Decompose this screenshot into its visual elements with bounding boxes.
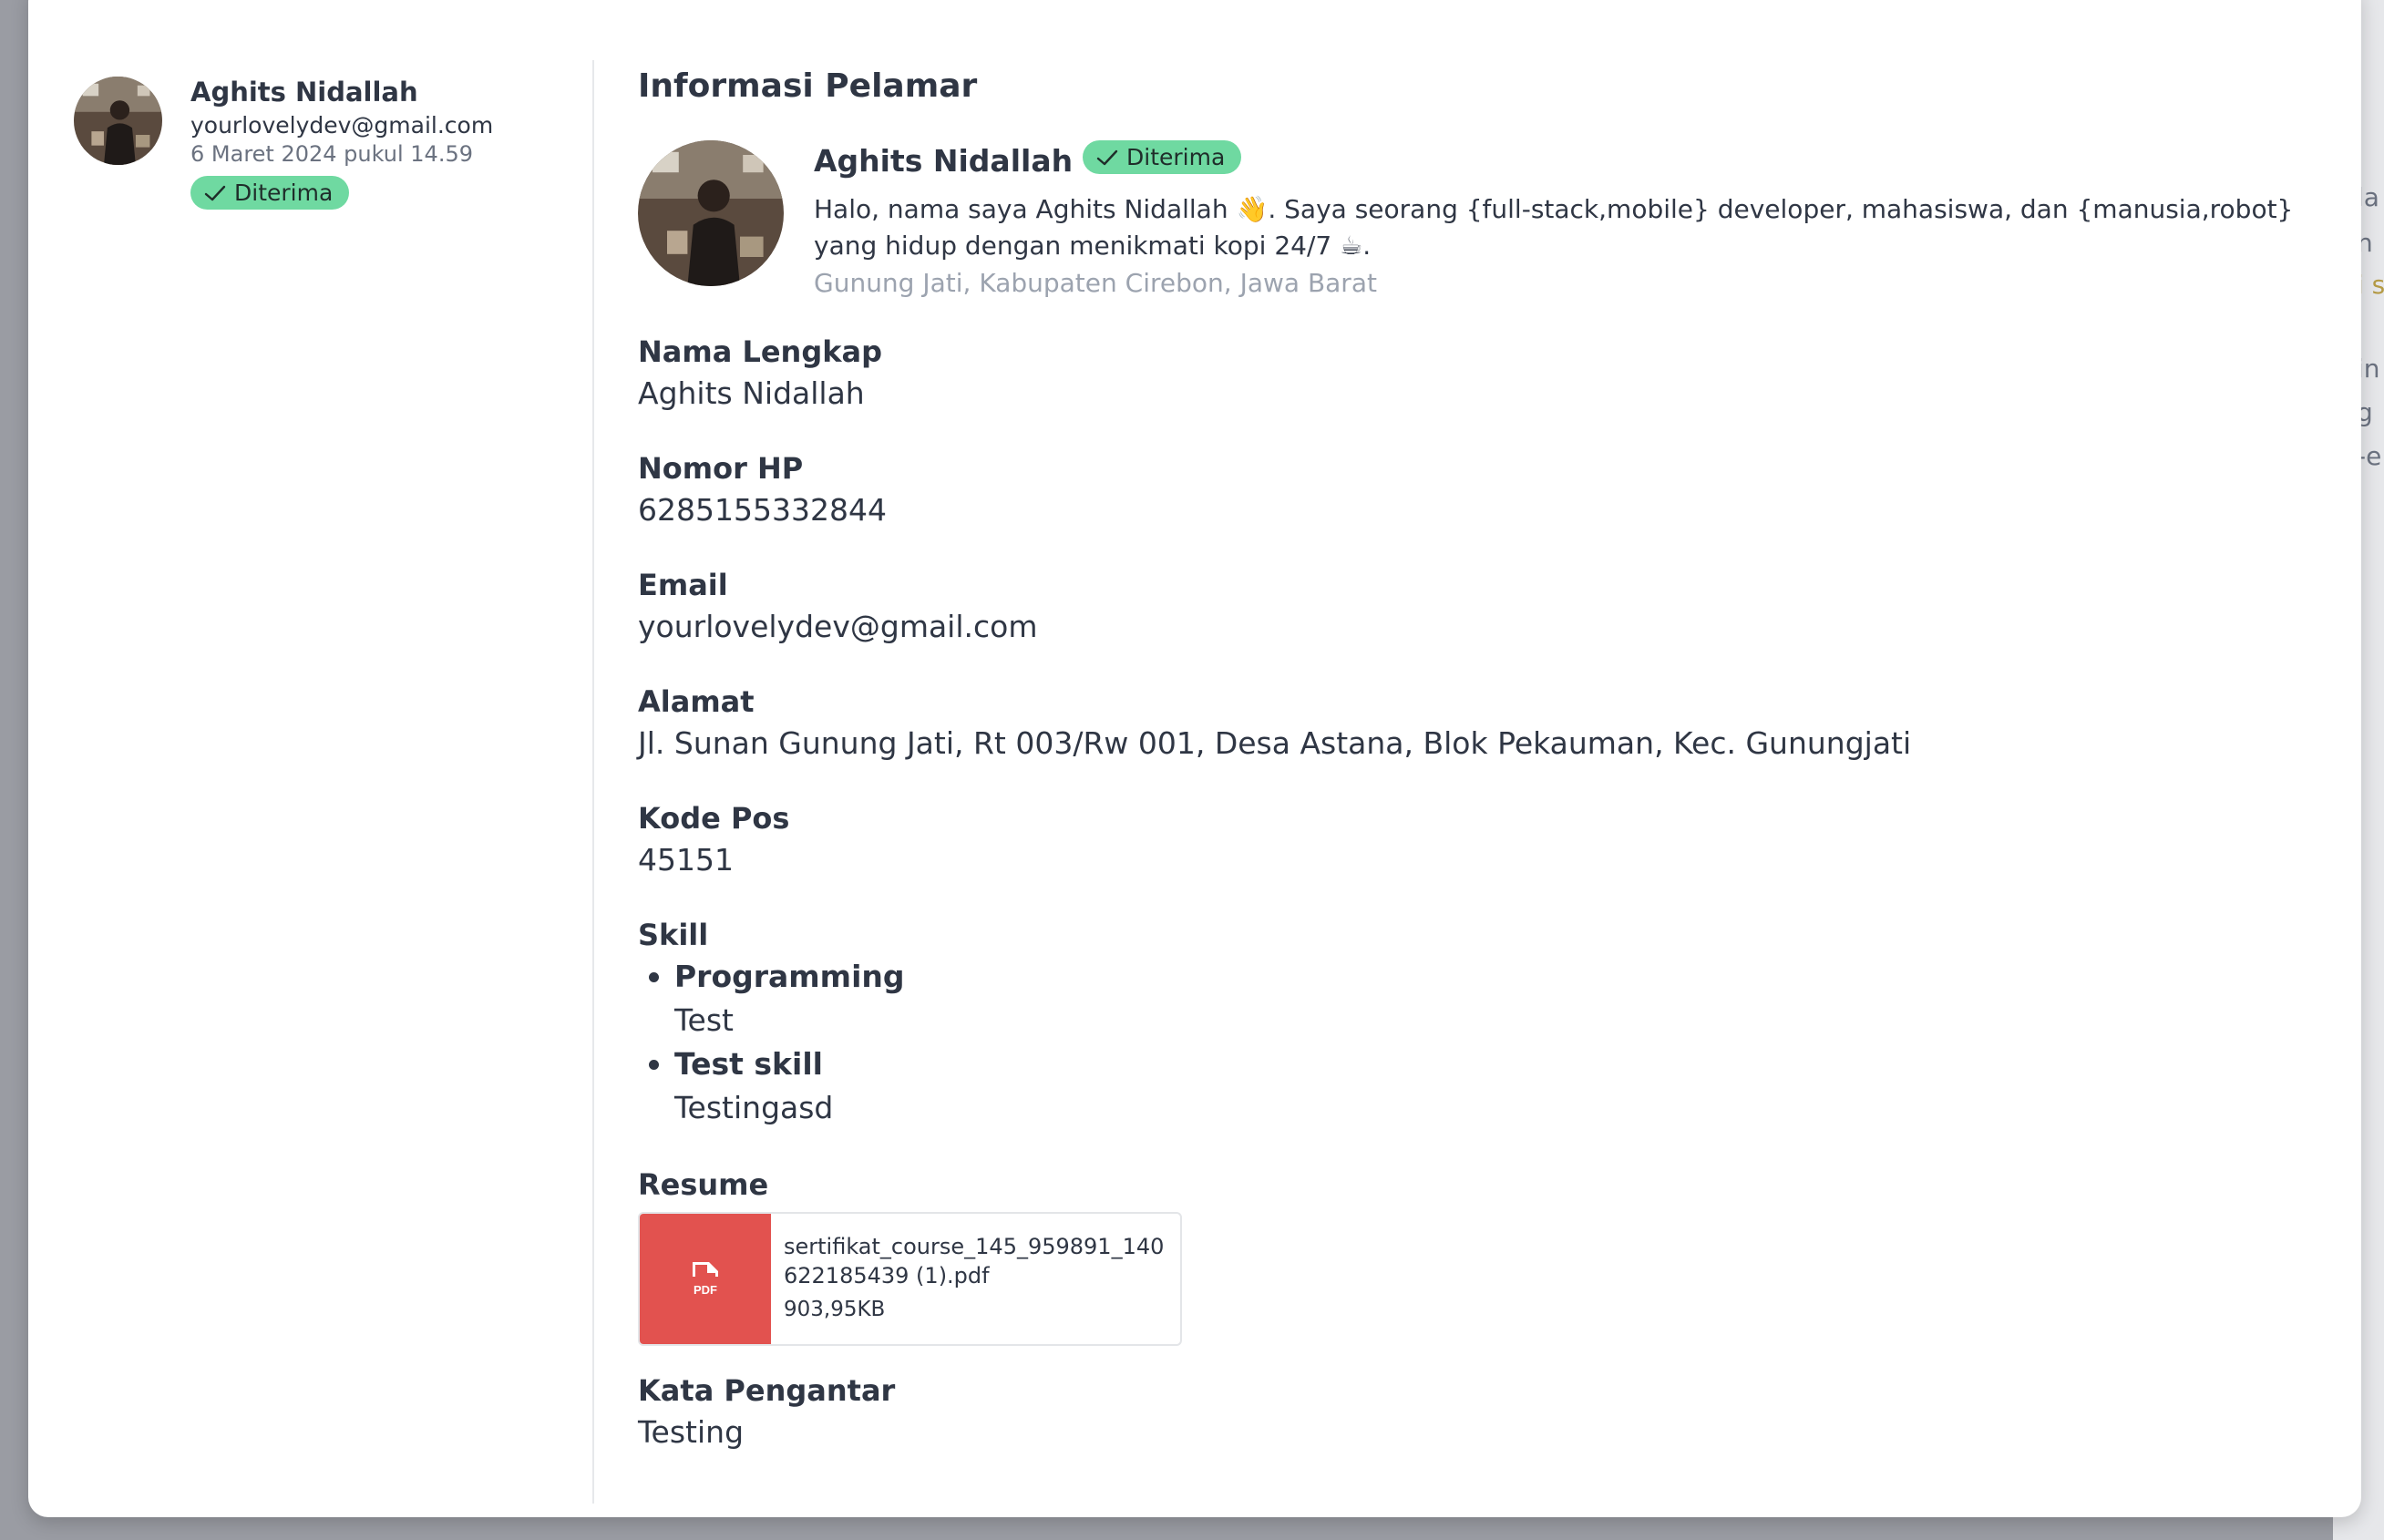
avatar [74,77,162,165]
profile-bio: Halo, nama saya Aghits Nidallah 👋. Saya … [814,194,2294,261]
field-skill: Skill Programming Test Test skill Testin… [638,915,905,1130]
profile-status-badge: Diterima [1083,140,1242,174]
field-address: Alamat Jl. Sunan Gunung Jati, Rt 003/Rw … [638,682,1911,765]
profile-avatar [638,140,784,286]
applicant-email: yourlovelydev@gmail.com [190,112,494,139]
pdf-file-icon: PDF [640,1214,771,1344]
check-icon [1096,149,1118,165]
status-badge: Diterima [190,176,350,210]
field-label: Resume [638,1167,769,1202]
skill-description: Test [674,1002,734,1038]
skill-description: Testingasd [674,1090,834,1125]
field-value: 6285155332844 [638,492,887,528]
applicant-date: 6 Maret 2024 pukul 14.59 [190,141,473,167]
field-value: 45151 [638,842,734,878]
field-cover-letter: Kata Pengantar Testing [638,1371,895,1454]
skill-list: Programming Test Test skill Testingasd [638,955,905,1130]
skill-name: Test skill [674,1046,823,1082]
skill-name: Programming [674,959,905,994]
field-full-name: Nama Lengkap Aghits Nidallah [638,332,882,416]
applicant-list: Aghits Nidallah yourlovelydev@gmail.com … [28,0,592,1517]
profile-name: Aghits Nidallah [814,143,1074,179]
field-label: Skill [638,918,709,952]
field-postal-code: Kode Pos 45151 [638,798,789,882]
pdf-type-label: PDF [694,1283,717,1297]
applicant-modal: Aghits Nidallah yourlovelydev@gmail.com … [28,0,2361,1517]
column-divider [592,60,594,1504]
field-label: Email [638,568,728,602]
resume-file-card[interactable]: PDF sertifikat_course_145_959891_1406221… [638,1212,1182,1346]
field-value: yourlovelydev@gmail.com [638,609,1038,644]
applicant-name: Aghits Nidallah [190,77,418,108]
field-email: Email yourlovelydev@gmail.com [638,565,1038,649]
field-value: Testing [638,1414,745,1450]
skill-item: Programming Test [638,955,905,1042]
field-label: Nomor HP [638,451,804,486]
field-label: Alamat [638,684,755,719]
field-label: Kata Pengantar [638,1373,896,1408]
field-resume: Resume PDF sertifikat_course_145_959891_… [638,1165,1182,1346]
field-value: Aghits Nidallah [638,375,865,411]
resume-file-name: sertifikat_course_145_959891_14062218543… [784,1234,1165,1288]
status-badge-label: Diterima [234,180,334,206]
check-icon [204,185,226,200]
field-phone: Nomor HP 6285155332844 [638,448,887,532]
resume-file-info: sertifikat_course_145_959891_14062218543… [771,1214,1179,1344]
field-label: Nama Lengkap [638,334,883,369]
field-label: Kode Pos [638,801,790,836]
skill-item: Test skill Testingasd [638,1042,905,1130]
profile-status-label: Diterima [1126,144,1226,170]
profile-location: Gunung Jati, Kabupaten Cirebon, Jawa Bar… [814,268,1377,298]
section-title: Informasi Pelamar [638,67,978,105]
resume-file-size: 903,95KB [784,1298,886,1321]
field-value: Jl. Sunan Gunung Jati, Rt 003/Rw 001, De… [638,725,1912,761]
